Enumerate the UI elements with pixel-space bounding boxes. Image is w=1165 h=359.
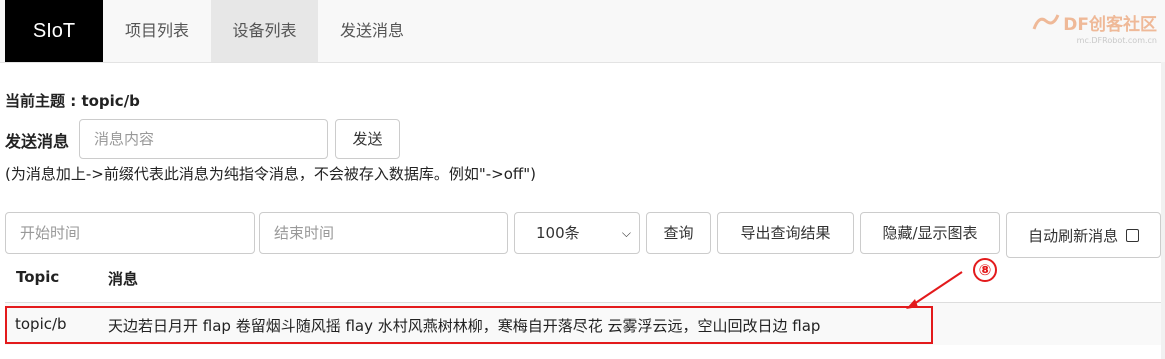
- scrollbar[interactable]: [1161, 62, 1165, 359]
- send-hint-text: (为消息加上->前缀代表此消息为纯指令消息，不会被存入数据库。例如"->off"…: [5, 165, 536, 183]
- nav-item-send-message[interactable]: 发送消息: [318, 0, 426, 62]
- auto-refresh-label: 自动刷新消息: [1028, 227, 1119, 245]
- limit-select[interactable]: 100条 ⌵: [514, 212, 640, 254]
- brand-logo[interactable]: SIoT: [5, 0, 103, 62]
- top-navbar: SIoT 项目列表 设备列表 发送消息 DF创客社区 mc.DFRobot.co…: [0, 0, 1165, 63]
- watermark-text: DF创客社区: [1063, 14, 1157, 35]
- watermark: DF创客社区: [1031, 4, 1157, 40]
- nav-item-projects[interactable]: 项目列表: [103, 0, 211, 62]
- current-topic: 当前主题 : topic/b: [5, 92, 140, 110]
- chevron-down-icon: ⌵: [621, 226, 631, 240]
- export-results-button[interactable]: 导出查询结果: [717, 212, 854, 254]
- nav-item-devices[interactable]: 设备列表: [211, 0, 318, 62]
- end-time-input[interactable]: 结束时间: [259, 212, 508, 254]
- send-button[interactable]: 发送: [335, 119, 400, 159]
- highlight-box: [5, 306, 933, 344]
- watermark-subtext: mc.DFRobot.com.cn: [1076, 36, 1157, 45]
- table-header-topic: Topic: [16, 268, 60, 286]
- annotation-arrow: [906, 271, 963, 309]
- annotation-number-badge: ⑧: [973, 258, 997, 282]
- table-header-message: 消息: [108, 270, 139, 288]
- start-time-input[interactable]: 开始时间: [5, 212, 255, 254]
- toggle-chart-button[interactable]: 隐藏/显示图表: [860, 212, 1000, 254]
- limit-select-value: 100条: [536, 224, 580, 242]
- message-input[interactable]: 消息内容: [79, 119, 328, 159]
- send-message-label: 发送消息: [5, 132, 70, 151]
- query-button[interactable]: 查询: [646, 212, 711, 254]
- auto-refresh-checkbox[interactable]: [1125, 229, 1139, 242]
- auto-refresh-button[interactable]: 自动刷新消息: [1006, 212, 1161, 258]
- watermark-logo-icon: [1032, 14, 1060, 30]
